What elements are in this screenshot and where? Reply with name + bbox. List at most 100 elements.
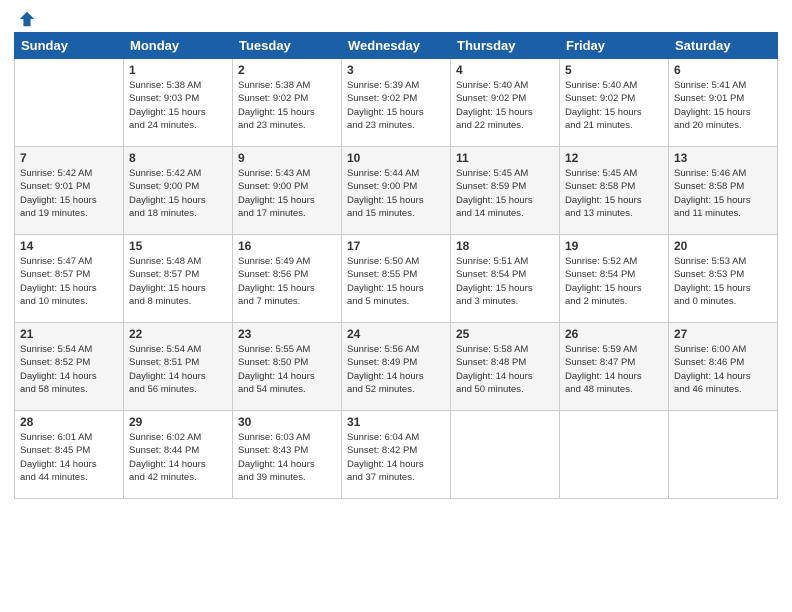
calendar-cell: 3 Sunrise: 5:39 AM Sunset: 9:02 PM Daylig…	[342, 59, 451, 147]
day-info: Sunrise: 6:02 AM Sunset: 8:44 PM Dayligh…	[129, 431, 227, 484]
calendar-cell: 2 Sunrise: 5:38 AM Sunset: 9:02 PM Daylig…	[233, 59, 342, 147]
day-number: 27	[674, 327, 772, 341]
page-header	[14, 10, 778, 28]
calendar-cell	[451, 411, 560, 499]
day-number: 11	[456, 151, 554, 165]
day-number: 12	[565, 151, 663, 165]
day-number: 29	[129, 415, 227, 429]
day-info: Sunrise: 5:41 AM Sunset: 9:01 PM Dayligh…	[674, 79, 772, 132]
calendar-cell	[560, 411, 669, 499]
day-number: 22	[129, 327, 227, 341]
day-number: 30	[238, 415, 336, 429]
day-number: 14	[20, 239, 118, 253]
calendar-header-thursday: Thursday	[451, 33, 560, 59]
day-number: 2	[238, 63, 336, 77]
day-number: 3	[347, 63, 445, 77]
calendar-cell: 26 Sunrise: 5:59 AM Sunset: 8:47 PM Dayli…	[560, 323, 669, 411]
day-number: 15	[129, 239, 227, 253]
calendar-header-saturday: Saturday	[669, 33, 778, 59]
calendar-header-monday: Monday	[124, 33, 233, 59]
day-info: Sunrise: 5:45 AM Sunset: 8:58 PM Dayligh…	[565, 167, 663, 220]
day-number: 10	[347, 151, 445, 165]
day-info: Sunrise: 5:59 AM Sunset: 8:47 PM Dayligh…	[565, 343, 663, 396]
day-number: 8	[129, 151, 227, 165]
calendar-cell: 17Sunrise: 5:50 AM Sunset: 8:55 PM Dayli…	[342, 235, 451, 323]
day-info: Sunrise: 5:42 AM Sunset: 9:00 PM Dayligh…	[129, 167, 227, 220]
day-info: Sunrise: 5:55 AM Sunset: 8:50 PM Dayligh…	[238, 343, 336, 396]
day-info: Sunrise: 5:56 AM Sunset: 8:49 PM Dayligh…	[347, 343, 445, 396]
day-info: Sunrise: 5:48 AM Sunset: 8:57 PM Dayligh…	[129, 255, 227, 308]
calendar-cell: 18 Sunrise: 5:51 AM Sunset: 8:54 PM Dayli…	[451, 235, 560, 323]
calendar-cell: 31Sunrise: 6:04 AM Sunset: 8:42 PM Dayli…	[342, 411, 451, 499]
calendar-header-sunday: Sunday	[15, 33, 124, 59]
day-info: Sunrise: 5:38 AM Sunset: 9:02 PM Dayligh…	[238, 79, 336, 132]
day-number: 6	[674, 63, 772, 77]
calendar-week-1: 1 Sunrise: 5:38 AM Sunset: 9:03 PM Daylig…	[15, 59, 778, 147]
calendar-header-friday: Friday	[560, 33, 669, 59]
day-info: Sunrise: 5:45 AM Sunset: 8:59 PM Dayligh…	[456, 167, 554, 220]
day-number: 28	[20, 415, 118, 429]
day-number: 25	[456, 327, 554, 341]
calendar-cell: 21Sunrise: 5:54 AM Sunset: 8:52 PM Dayli…	[15, 323, 124, 411]
calendar-cell: 24 Sunrise: 5:56 AM Sunset: 8:49 PM Dayli…	[342, 323, 451, 411]
day-info: Sunrise: 5:47 AM Sunset: 8:57 PM Dayligh…	[20, 255, 118, 308]
day-number: 9	[238, 151, 336, 165]
calendar-cell: 29 Sunrise: 6:02 AM Sunset: 8:44 PM Dayli…	[124, 411, 233, 499]
calendar-cell: 28 Sunrise: 6:01 AM Sunset: 8:45 PM Dayli…	[15, 411, 124, 499]
day-info: Sunrise: 5:50 AM Sunset: 8:55 PM Dayligh…	[347, 255, 445, 308]
day-info: Sunrise: 5:46 AM Sunset: 8:58 PM Dayligh…	[674, 167, 772, 220]
day-info: Sunrise: 6:01 AM Sunset: 8:45 PM Dayligh…	[20, 431, 118, 484]
day-number: 31	[347, 415, 445, 429]
day-info: Sunrise: 5:53 AM Sunset: 8:53 PM Dayligh…	[674, 255, 772, 308]
day-number: 23	[238, 327, 336, 341]
calendar-cell: 7 Sunrise: 5:42 AM Sunset: 9:01 PM Daylig…	[15, 147, 124, 235]
calendar-cell: 5Sunrise: 5:40 AM Sunset: 9:02 PM Daylig…	[560, 59, 669, 147]
day-info: Sunrise: 6:00 AM Sunset: 8:46 PM Dayligh…	[674, 343, 772, 396]
day-info: Sunrise: 5:44 AM Sunset: 9:00 PM Dayligh…	[347, 167, 445, 220]
calendar-cell: 27 Sunrise: 6:00 AM Sunset: 8:46 PM Dayli…	[669, 323, 778, 411]
calendar-cell: 4 Sunrise: 5:40 AM Sunset: 9:02 PM Daylig…	[451, 59, 560, 147]
day-info: Sunrise: 5:49 AM Sunset: 8:56 PM Dayligh…	[238, 255, 336, 308]
day-info: Sunrise: 5:39 AM Sunset: 9:02 PM Dayligh…	[347, 79, 445, 132]
day-info: Sunrise: 5:51 AM Sunset: 8:54 PM Dayligh…	[456, 255, 554, 308]
calendar-cell: 12 Sunrise: 5:45 AM Sunset: 8:58 PM Dayli…	[560, 147, 669, 235]
calendar-cell: 1 Sunrise: 5:38 AM Sunset: 9:03 PM Daylig…	[124, 59, 233, 147]
calendar-cell	[15, 59, 124, 147]
page-container: SundayMondayTuesdayWednesdayThursdayFrid…	[0, 0, 792, 612]
day-number: 26	[565, 327, 663, 341]
day-info: Sunrise: 6:03 AM Sunset: 8:43 PM Dayligh…	[238, 431, 336, 484]
calendar-cell: 8 Sunrise: 5:42 AM Sunset: 9:00 PM Daylig…	[124, 147, 233, 235]
calendar-cell: 6 Sunrise: 5:41 AM Sunset: 9:01 PM Daylig…	[669, 59, 778, 147]
calendar-cell: 9Sunrise: 5:43 AM Sunset: 9:00 PM Daylig…	[233, 147, 342, 235]
day-number: 18	[456, 239, 554, 253]
calendar-cell: 19 Sunrise: 5:52 AM Sunset: 8:54 PM Dayli…	[560, 235, 669, 323]
calendar-cell: 16Sunrise: 5:49 AM Sunset: 8:56 PM Dayli…	[233, 235, 342, 323]
day-info: Sunrise: 5:42 AM Sunset: 9:01 PM Dayligh…	[20, 167, 118, 220]
calendar-cell: 10 Sunrise: 5:44 AM Sunset: 9:00 PM Dayli…	[342, 147, 451, 235]
calendar-cell: 11 Sunrise: 5:45 AM Sunset: 8:59 PM Dayli…	[451, 147, 560, 235]
day-info: Sunrise: 5:58 AM Sunset: 8:48 PM Dayligh…	[456, 343, 554, 396]
day-number: 19	[565, 239, 663, 253]
day-info: Sunrise: 5:54 AM Sunset: 8:52 PM Dayligh…	[20, 343, 118, 396]
logo	[14, 10, 36, 28]
day-number: 7	[20, 151, 118, 165]
day-info: Sunrise: 5:38 AM Sunset: 9:03 PM Dayligh…	[129, 79, 227, 132]
calendar-header-tuesday: Tuesday	[233, 33, 342, 59]
logo-icon	[18, 10, 36, 28]
calendar-cell	[669, 411, 778, 499]
day-info: Sunrise: 5:40 AM Sunset: 9:02 PM Dayligh…	[456, 79, 554, 132]
day-number: 24	[347, 327, 445, 341]
calendar-header-row: SundayMondayTuesdayWednesdayThursdayFrid…	[15, 33, 778, 59]
calendar-cell: 14 Sunrise: 5:47 AM Sunset: 8:57 PM Dayli…	[15, 235, 124, 323]
calendar-week-5: 28 Sunrise: 6:01 AM Sunset: 8:45 PM Dayli…	[15, 411, 778, 499]
calendar-week-4: 21Sunrise: 5:54 AM Sunset: 8:52 PM Dayli…	[15, 323, 778, 411]
calendar-cell: 25 Sunrise: 5:58 AM Sunset: 8:48 PM Dayli…	[451, 323, 560, 411]
day-number: 20	[674, 239, 772, 253]
calendar-week-2: 7 Sunrise: 5:42 AM Sunset: 9:01 PM Daylig…	[15, 147, 778, 235]
day-info: Sunrise: 5:40 AM Sunset: 9:02 PM Dayligh…	[565, 79, 663, 132]
day-number: 4	[456, 63, 554, 77]
calendar-cell: 15 Sunrise: 5:48 AM Sunset: 8:57 PM Dayli…	[124, 235, 233, 323]
day-number: 1	[129, 63, 227, 77]
day-info: Sunrise: 5:52 AM Sunset: 8:54 PM Dayligh…	[565, 255, 663, 308]
calendar-cell: 20 Sunrise: 5:53 AM Sunset: 8:53 PM Dayli…	[669, 235, 778, 323]
